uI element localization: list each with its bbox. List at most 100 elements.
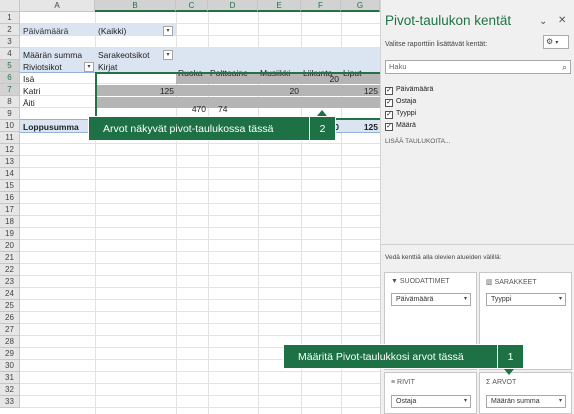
row-header[interactable]: 24	[0, 288, 20, 300]
rows-area[interactable]: ≡ RIVIT Ostaja ▾	[384, 372, 477, 414]
field-item[interactable]: ✓ Päivämäärä	[385, 84, 433, 95]
grid-line	[20, 395, 380, 396]
callout-values-shown: Arvot näkyvät pivot-taulukossa tässä 2	[88, 116, 336, 141]
callout-number: 1	[497, 345, 523, 368]
values-area[interactable]: Σ ARVOT Määrän summa ▾	[479, 372, 572, 414]
pivot-filter-label: Päivämäärä	[23, 26, 69, 36]
row-header[interactable]: 27	[0, 324, 20, 336]
callout-define-values: Määritä Pivot-taulukkosi arvot tässä 1	[283, 344, 524, 369]
grid-line	[20, 143, 380, 144]
row-header[interactable]: 30	[0, 360, 20, 372]
row-header[interactable]: 29	[0, 348, 20, 360]
column-header[interactable]: B	[95, 0, 176, 12]
checkbox[interactable]: ✓	[385, 87, 393, 95]
grid-line	[20, 311, 380, 312]
column-header[interactable]: D	[208, 0, 258, 12]
callout-arrow	[504, 369, 514, 375]
row-header[interactable]: 31	[0, 372, 20, 384]
field-item[interactable]: ✓ Tyyppi	[385, 108, 416, 119]
pivot-total-label: Loppusumma	[23, 122, 79, 132]
grid-line	[20, 239, 380, 240]
checkbox[interactable]: ✓	[385, 123, 393, 131]
area-field-chip[interactable]: Ostaja ▾	[391, 395, 471, 408]
grid-line	[20, 323, 380, 324]
row-header[interactable]: 15	[0, 180, 20, 192]
row-header[interactable]: 2	[0, 24, 20, 36]
row-header[interactable]: 14	[0, 168, 20, 180]
tools-button[interactable]: ⚙ ▾	[543, 35, 569, 49]
pivot-filter-value: (Kaikki)	[98, 26, 127, 36]
more-tables-link[interactable]: LISÄÄ TAULUKOITA...	[385, 138, 450, 145]
column-header[interactable]: C	[176, 0, 208, 12]
column-header[interactable]: E	[258, 0, 301, 12]
row-header[interactable]: 16	[0, 192, 20, 204]
drag-hint: Vedä kenttiä alla olevien alueiden välil…	[385, 254, 502, 261]
selection-range	[95, 72, 380, 120]
field-item[interactable]: ✓ Määrä	[385, 120, 416, 131]
pivot-row-label: Äiti	[23, 98, 35, 108]
row-labels-dropdown-button[interactable]: ▾	[84, 62, 94, 72]
chevron-down-icon: ▾	[558, 296, 562, 302]
chip-label: Ostaja	[396, 398, 417, 405]
row-header[interactable]: 4	[0, 48, 20, 60]
close-icon[interactable]: ✕	[558, 15, 566, 26]
row-header[interactable]: 6	[0, 72, 20, 84]
column-header[interactable]: G	[341, 0, 380, 12]
filter-icon: ▼	[391, 278, 400, 285]
search-input[interactable]: Haku ⌕	[385, 60, 571, 74]
grid-line	[20, 263, 380, 264]
row-header[interactable]: 5	[0, 60, 20, 72]
row-header[interactable]: 11	[0, 132, 20, 144]
pivot-row-label: Katri	[23, 86, 41, 96]
column-header[interactable]: A	[20, 0, 95, 12]
row-header[interactable]: 12	[0, 144, 20, 156]
row-header[interactable]: 13	[0, 156, 20, 168]
grid-line	[20, 383, 380, 384]
pivot-values-label: Määrän summa	[23, 50, 83, 60]
area-field-chip[interactable]: Päivämäärä ▾	[391, 293, 471, 306]
area-field-chip[interactable]: Määrän summa ▾	[486, 395, 566, 408]
column-header[interactable]: F	[301, 0, 341, 12]
row-header[interactable]: 22	[0, 264, 20, 276]
row-header[interactable]: 25	[0, 300, 20, 312]
row-header[interactable]: 32	[0, 384, 20, 396]
grid-line	[20, 275, 380, 276]
row-header[interactable]: 23	[0, 276, 20, 288]
select-all-corner[interactable]	[0, 0, 20, 12]
row-header[interactable]: 21	[0, 252, 20, 264]
chevron-down-icon[interactable]: ⌄	[539, 16, 547, 27]
row-header[interactable]: 17	[0, 204, 20, 216]
row-header[interactable]: 18	[0, 216, 20, 228]
chip-label: Määrän summa	[491, 398, 540, 405]
row-header[interactable]: 20	[0, 240, 20, 252]
row-header[interactable]: 28	[0, 336, 20, 348]
grid-line	[20, 335, 380, 336]
grid-line	[20, 203, 380, 204]
callout-text: Arvot näkyvät pivot-taulukossa tässä	[103, 123, 274, 135]
callout-arrow	[317, 110, 327, 116]
callout-number: 2	[309, 117, 335, 140]
row-header[interactable]: 1	[0, 12, 20, 24]
filter-dropdown-button[interactable]: ▾	[163, 26, 173, 36]
row-header[interactable]: 7	[0, 84, 20, 96]
row-header[interactable]: 8	[0, 96, 20, 108]
row-header[interactable]: 33	[0, 396, 20, 408]
row-header[interactable]: 26	[0, 312, 20, 324]
field-label: Määrä	[396, 122, 416, 129]
chevron-down-icon: ▾	[558, 398, 562, 404]
checkbox[interactable]: ✓	[385, 99, 393, 107]
chevron-down-icon: ▾	[463, 296, 467, 302]
row-header[interactable]: 10	[0, 120, 20, 132]
row-header[interactable]: 9	[0, 108, 20, 120]
row-header[interactable]: 3	[0, 36, 20, 48]
grid-line	[20, 155, 380, 156]
area-field-chip[interactable]: Tyyppi ▾	[486, 293, 566, 306]
pane-subtitle: Valitse raporttiin lisättävät kentät:	[385, 41, 488, 48]
checkbox[interactable]: ✓	[385, 111, 393, 119]
field-label: Tyyppi	[396, 110, 417, 117]
column-labels-dropdown-button[interactable]: ▾	[163, 50, 173, 60]
row-header[interactable]: 19	[0, 228, 20, 240]
field-item[interactable]: ✓ Ostaja	[385, 96, 416, 107]
search-placeholder: Haku	[389, 62, 407, 71]
pane-title: Pivot-taulukon kentät	[385, 13, 512, 28]
